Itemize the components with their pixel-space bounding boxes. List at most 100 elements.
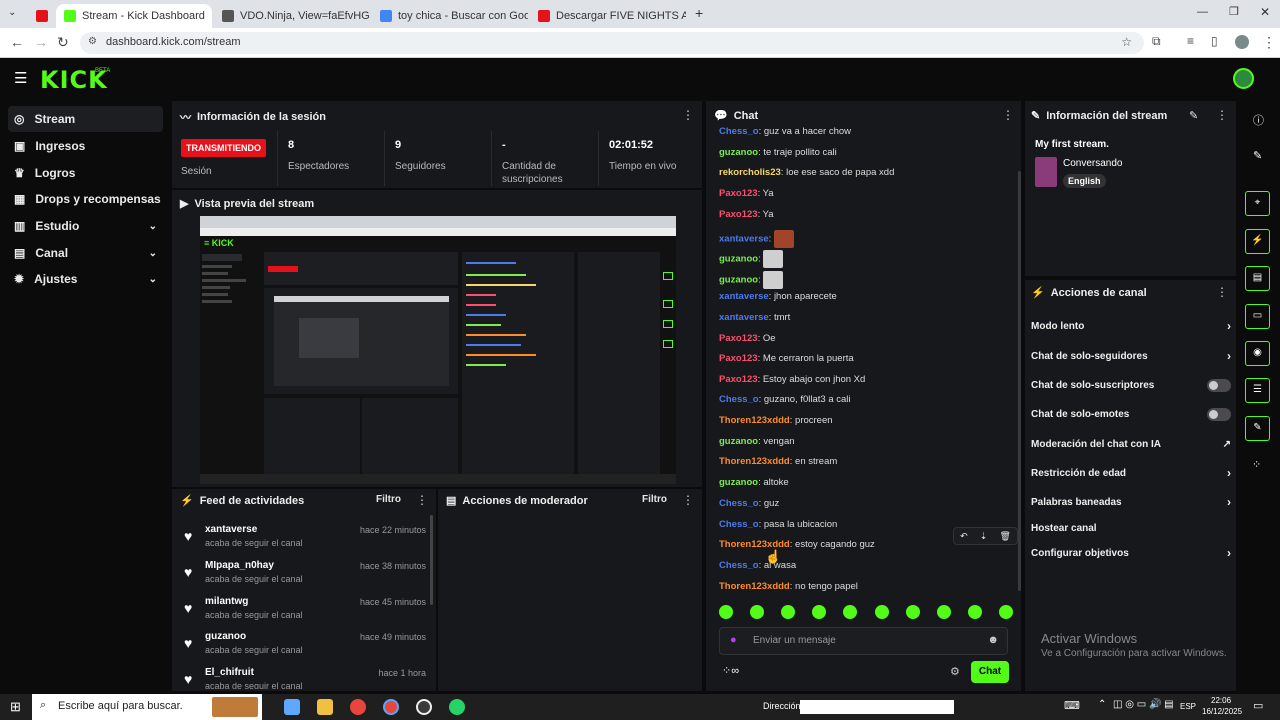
chat-username[interactable]: xantaverse	[719, 234, 769, 245]
rail-layout-button[interactable]: ⌖	[1245, 191, 1270, 216]
chat-username[interactable]: xantaverse	[719, 312, 769, 323]
emote-icon[interactable]	[812, 605, 827, 619]
chat-message[interactable]: Paxo123: Me cerraron la puerta	[719, 353, 854, 367]
chat-username[interactable]: Chess_o	[719, 498, 759, 509]
rail-notes-button[interactable]: ▤	[1245, 266, 1270, 291]
chat-scrollbar[interactable]	[1018, 171, 1021, 591]
chat-username[interactable]: Paxo123	[719, 333, 758, 344]
address-toolbar-input[interactable]	[800, 700, 954, 714]
tab-list-icon[interactable]: ⌄	[8, 7, 16, 18]
chrome-icon[interactable]	[350, 699, 366, 715]
tray-icons[interactable]: ◫ ◎ ▭ 🔊 ▤	[1113, 699, 1174, 710]
sidebar-item-drops[interactable]: ▦ Drops y recompensas	[8, 186, 163, 212]
emote-icon[interactable]	[874, 605, 889, 619]
panel-menu-icon[interactable]: ⋮	[682, 493, 694, 507]
panel-menu-icon[interactable]: ⋮	[416, 493, 428, 507]
chat-message[interactable]: guzanoo: te traje pollito cali	[719, 147, 837, 161]
chat-username[interactable]: Paxo123	[719, 188, 758, 199]
feed-scrollbar[interactable]	[430, 515, 433, 605]
rail-activity-button[interactable]: ⚡	[1245, 229, 1270, 254]
action-banned-words[interactable]: Palabras baneadas ›	[1031, 491, 1231, 513]
chat-message[interactable]: Chess_o: al wasa	[719, 560, 796, 574]
rail-tools-button[interactable]: ✎	[1245, 416, 1270, 441]
chat-username[interactable]: Chess_o	[719, 519, 759, 530]
taskbar-search-input[interactable]: ⌕ Escribe aquí para buscar.	[32, 694, 262, 720]
panel-menu-icon[interactable]: ⋮	[682, 108, 694, 122]
sidepanel-icon[interactable]: ▯	[1211, 34, 1218, 48]
hamburger-menu-icon[interactable]: ☰	[14, 69, 27, 87]
chat-message[interactable]: guzanoo:	[719, 250, 784, 268]
feed-username[interactable]: guzanoo	[205, 631, 246, 642]
chat-message[interactable]: Chess_o: pasa la ubicacion	[719, 519, 837, 533]
chat-username[interactable]: guzanoo	[719, 477, 758, 488]
chat-message[interactable]: Paxo123: Ya	[719, 188, 774, 202]
chat-message[interactable]: Chess_o: guzano, f0llat3 a cali	[719, 394, 851, 408]
chat-message[interactable]: Paxo123: Oe	[719, 333, 776, 347]
kick-points-icon[interactable]: ⁘	[1252, 458, 1261, 471]
feed-username[interactable]: MIpapa_n0hay	[205, 560, 274, 571]
copilot-icon[interactable]	[284, 699, 300, 715]
sidebar-item-canal[interactable]: ▤ Canal ⌄	[8, 240, 163, 266]
chat-username[interactable]: rekorcholis23	[719, 167, 781, 178]
chat-username[interactable]: Chess_o	[719, 126, 759, 137]
subscribers-only-toggle[interactable]	[1207, 378, 1231, 392]
chat-message[interactable]: Chess_o: guz	[719, 498, 779, 512]
chat-username[interactable]: Paxo123	[719, 353, 758, 364]
sidebar-item-ajustes[interactable]: ✹ Ajustes ⌄	[8, 266, 163, 292]
sidebar-item-ingresos[interactable]: ▣ Ingresos	[8, 133, 163, 159]
feed-username[interactable]: milantwg	[205, 596, 248, 607]
mod-filter-button[interactable]: Filtro	[642, 494, 667, 505]
chat-message[interactable]: guzanoo: altoke	[719, 477, 789, 491]
menu-dots-icon[interactable]: ⋮	[1262, 34, 1276, 51]
action-configure-goals[interactable]: Configurar objetivos ›	[1031, 542, 1231, 564]
edit-icon[interactable]: ✎	[1253, 149, 1262, 162]
sidebar-item-estudio[interactable]: ▥ Estudio ⌄	[8, 213, 163, 239]
rail-panels-button[interactable]: ☰	[1245, 378, 1270, 403]
site-info-icon[interactable]: ⚙	[88, 36, 97, 47]
whatsapp-icon[interactable]	[449, 699, 465, 715]
tab-download-fnaf[interactable]: Descargar FIVE NIGHTS AT FRE ✕	[530, 4, 686, 28]
kick-points-infinity-icon[interactable]: ⁘∞	[722, 664, 739, 677]
feed-username[interactable]: El_chifruit	[205, 667, 254, 678]
notifications-icon[interactable]: ▭	[1253, 699, 1263, 712]
close-window-icon[interactable]: ✕	[1260, 5, 1270, 19]
sidebar-item-stream[interactable]: ◎ Stream	[8, 106, 163, 132]
url-field[interactable]: ⚙ dashboard.kick.com/stream ☆	[80, 32, 1144, 54]
panel-menu-icon[interactable]: ⋮	[1216, 108, 1228, 122]
chat-username[interactable]: Thoren123xddd	[719, 581, 790, 592]
keyboard-icon[interactable]: ⌨	[1064, 699, 1080, 712]
maximize-icon[interactable]: ❐	[1229, 5, 1239, 18]
feed-filter-button[interactable]: Filtro	[376, 494, 401, 505]
back-icon[interactable]: ←	[10, 34, 24, 50]
emote-icon[interactable]	[843, 605, 858, 619]
obs-icon[interactable]	[416, 699, 432, 715]
tab-close-icon[interactable]: ✕	[211, 10, 212, 23]
chat-message[interactable]: guzanoo:	[719, 271, 784, 289]
chat-username[interactable]: guzanoo	[719, 275, 758, 286]
chat-username[interactable]: Paxo123	[719, 209, 758, 220]
emote-icon[interactable]	[936, 605, 951, 619]
chat-username[interactable]: Thoren123xddd	[719, 456, 790, 467]
user-avatar[interactable]	[1233, 68, 1254, 89]
sidebar-item-logros[interactable]: ♛ Logros	[8, 160, 163, 186]
chat-username[interactable]: Thoren123xddd	[719, 415, 790, 426]
emote-icon[interactable]	[719, 605, 733, 619]
delete-icon[interactable]: 🗑	[999, 531, 1010, 542]
pin-icon[interactable]: ⇣	[980, 531, 988, 542]
stream-preview-video[interactable]: ≡ KICK	[200, 216, 676, 484]
panel-menu-icon[interactable]: ⋮	[1216, 285, 1228, 299]
chat-message[interactable]: Paxo123: Estoy abajo con jhon Xd	[719, 374, 865, 388]
chat-username[interactable]: guzanoo	[719, 254, 758, 265]
chat-username[interactable]: Chess_o	[719, 394, 759, 405]
extensions-icon[interactable]: ⧉	[1152, 34, 1161, 49]
chat-message[interactable]: xantaverse: jhon aparecete	[719, 291, 837, 305]
tab-pinned-youtube[interactable]	[28, 4, 52, 28]
media-icon[interactable]: ≡	[1187, 34, 1194, 48]
tab-vdo-ninja[interactable]: VDO.Ninja, View=faEfvHG ✕	[214, 4, 370, 28]
action-subscribers-only[interactable]: Chat de solo-suscriptores	[1031, 374, 1231, 396]
tab-kick-dashboard[interactable]: Stream - Kick Dashboard ✕	[56, 4, 212, 28]
new-tab-icon[interactable]: +	[695, 5, 703, 21]
emotes-only-toggle[interactable]	[1207, 407, 1231, 421]
send-chat-button[interactable]: Chat	[971, 661, 1009, 683]
panel-menu-icon[interactable]: ⋮	[1002, 108, 1014, 122]
